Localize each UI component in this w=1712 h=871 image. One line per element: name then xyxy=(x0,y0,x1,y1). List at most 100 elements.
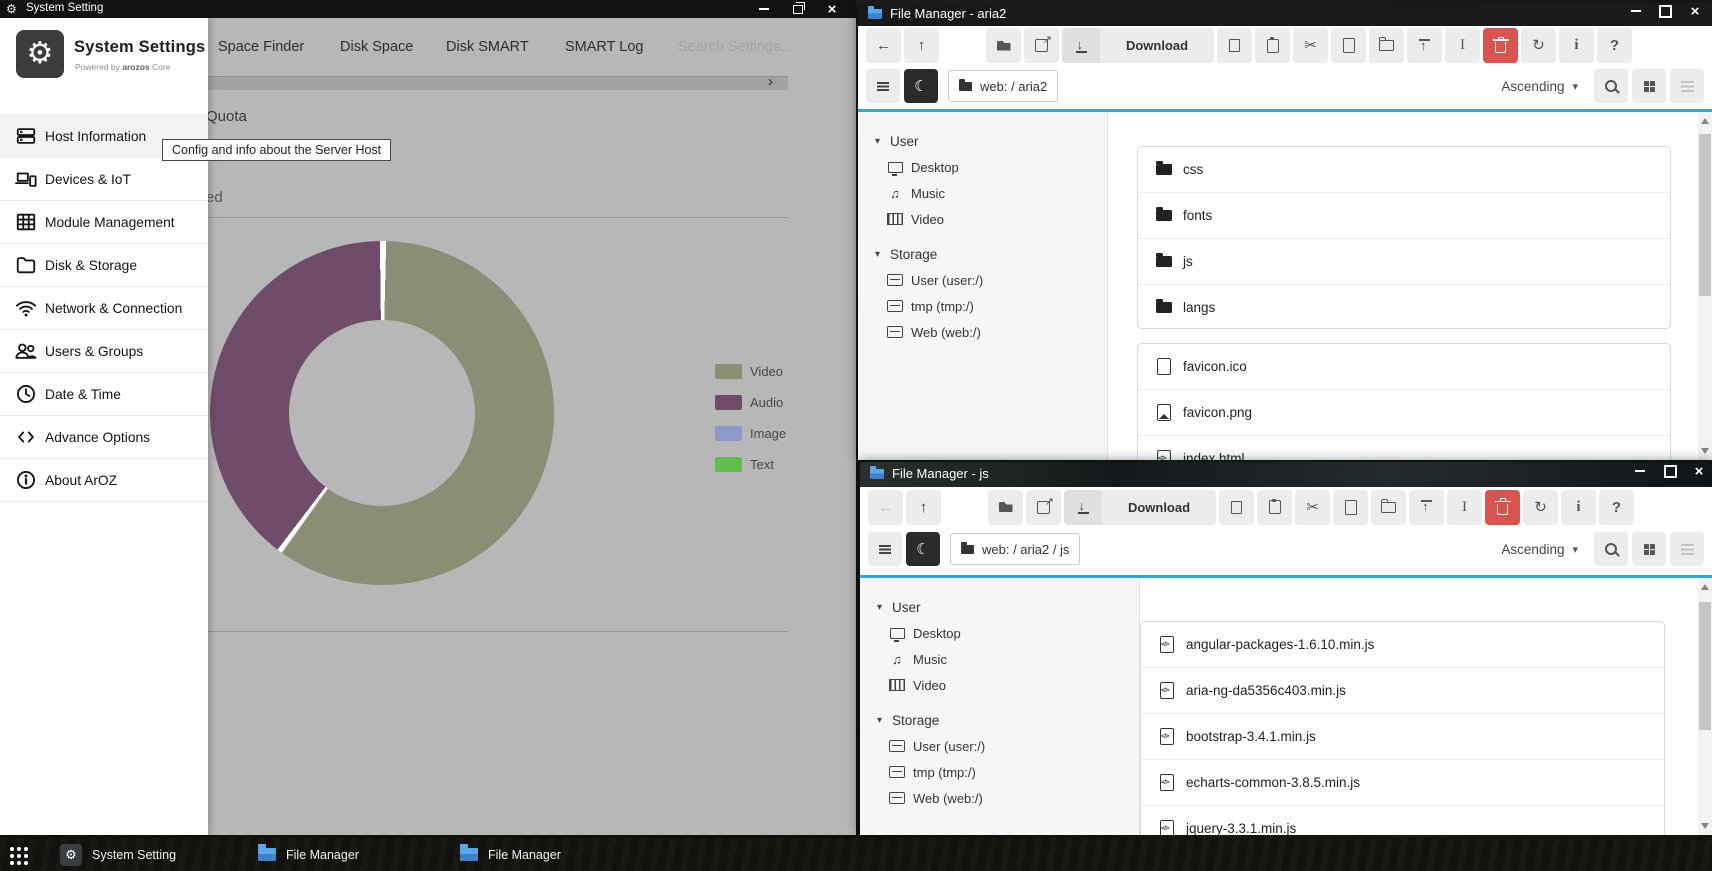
tree-section-user[interactable]: ▾User xyxy=(858,128,1107,154)
minimize-button[interactable] xyxy=(1629,462,1651,480)
minimize-button[interactable] xyxy=(753,0,775,18)
legend-item-audio[interactable]: Audio xyxy=(715,387,786,418)
upload-button[interactable] xyxy=(1407,28,1442,63)
dark-mode-button[interactable]: ☾ xyxy=(904,69,938,103)
taskbar-item-file-manager-1[interactable]: File Manager xyxy=(258,838,359,871)
file-row-angular-packages-1-6-10-min-js[interactable]: angular-packages-1.6.10.min.js xyxy=(1141,622,1664,667)
minimize-button[interactable] xyxy=(1625,2,1647,20)
file-row-bootstrap-3-4-1-min-js[interactable]: bootstrap-3.4.1.min.js xyxy=(1141,713,1664,759)
refresh-button[interactable]: ↻ xyxy=(1523,490,1558,525)
tree-item-video[interactable]: Video xyxy=(860,672,1139,698)
maximize-button[interactable] xyxy=(1659,462,1681,480)
tree-item-user-user[interactable]: User (user:/) xyxy=(858,267,1107,293)
file-row-favicon-png[interactable]: favicon.png xyxy=(1138,389,1670,435)
up-button[interactable]: ↑ xyxy=(906,490,941,525)
maximize-button[interactable] xyxy=(1654,2,1676,20)
cut-button[interactable]: ✂ xyxy=(1295,490,1330,525)
scroll-down-icon[interactable] xyxy=(1701,448,1709,454)
tree-item-desktop[interactable]: Desktop xyxy=(858,154,1107,180)
refresh-button[interactable]: ↻ xyxy=(1521,28,1556,63)
sidebar-item-network-connection[interactable]: Network & Connection xyxy=(0,287,208,330)
tree-item-tmp-tmp[interactable]: tmp (tmp:/) xyxy=(860,759,1139,785)
sidebar-item-date-time[interactable]: Date & Time xyxy=(0,373,208,416)
sort-order-dropdown[interactable]: Ascending xyxy=(1501,79,1564,94)
sidebar-item-devices-iot[interactable]: Devices & IoT xyxy=(0,158,208,201)
tree-item-tmp-tmp[interactable]: tmp (tmp:/) xyxy=(858,293,1107,319)
open-folder-button[interactable] xyxy=(986,28,1021,63)
new-file-button[interactable] xyxy=(1331,28,1366,63)
copy-button[interactable] xyxy=(1219,490,1254,525)
rename-button[interactable]: I xyxy=(1445,28,1480,63)
scrollbar-thumb[interactable] xyxy=(1699,134,1711,296)
download-button[interactable]: Download xyxy=(1062,28,1214,63)
tree-item-user-user[interactable]: User (user:/) xyxy=(860,733,1139,759)
dark-mode-button[interactable]: ☾ xyxy=(906,532,940,566)
new-folder-button[interactable] xyxy=(1371,490,1406,525)
delete-button[interactable] xyxy=(1485,490,1520,525)
settings-search-input[interactable]: Search Settings... xyxy=(678,18,792,76)
tree-item-web-web[interactable]: Web (web:/) xyxy=(860,785,1139,811)
scroll-up-icon[interactable] xyxy=(1701,118,1709,124)
taskbar-item-system-setting-0[interactable]: ⚙System Setting xyxy=(60,838,176,871)
rename-button[interactable]: I xyxy=(1447,490,1482,525)
file-row-aria-ng-da5356c403-min-js[interactable]: aria-ng-da5356c403.min.js xyxy=(1141,667,1664,713)
sidebar-item-about-aroz[interactable]: About ArOZ xyxy=(0,459,208,502)
scrollbar-thumb[interactable] xyxy=(1699,602,1711,730)
file-row-favicon-ico[interactable]: favicon.ico xyxy=(1138,344,1670,389)
app-launcher-icon[interactable] xyxy=(10,847,28,865)
tree-item-desktop[interactable]: Desktop xyxy=(860,620,1139,646)
open-external-button[interactable] xyxy=(1024,28,1059,63)
legend-item-image[interactable]: Image xyxy=(715,418,786,449)
close-button[interactable]: × xyxy=(821,0,843,18)
tree-item-web-web[interactable]: Web (web:/) xyxy=(858,319,1107,345)
up-button[interactable]: ↑ xyxy=(904,28,939,63)
file-row-index-html[interactable]: index.html xyxy=(1138,435,1670,460)
sort-order-dropdown[interactable]: Ascending xyxy=(1501,542,1564,557)
info-button[interactable]: i xyxy=(1559,28,1594,63)
legend-item-video[interactable]: Video xyxy=(715,356,786,387)
cut-button[interactable]: ✂ xyxy=(1293,28,1328,63)
restore-button[interactable] xyxy=(787,0,809,18)
legend-item-text[interactable]: Text xyxy=(715,449,786,480)
new-folder-button[interactable] xyxy=(1369,28,1404,63)
close-button[interactable]: × xyxy=(1684,2,1706,20)
chevron-down-icon[interactable]: ▾ xyxy=(1572,80,1578,93)
folder-row-js[interactable]: js xyxy=(1138,238,1670,284)
vertical-scrollbar[interactable] xyxy=(1698,578,1712,835)
file-row-echarts-common-3-8-5-min-js[interactable]: echarts-common-3.8.5.min.js xyxy=(1141,759,1664,805)
file-row-jquery-3-3-1-min-js[interactable]: jquery-3.3.1.min.js xyxy=(1141,805,1664,835)
chevron-down-icon[interactable]: ▾ xyxy=(1572,543,1578,556)
tree-item-video[interactable]: Video xyxy=(858,206,1107,232)
breadcrumb[interactable]: web: / aria2 / js xyxy=(950,533,1080,565)
tree-item-music[interactable]: ♫Music xyxy=(860,646,1139,672)
delete-button[interactable] xyxy=(1483,28,1518,63)
tab-smart-log[interactable]: SMART Log xyxy=(565,18,643,76)
sidebar-item-disk-storage[interactable]: Disk & Storage xyxy=(0,244,208,287)
download-button[interactable]: Download xyxy=(1064,490,1216,525)
search-button[interactable] xyxy=(1594,532,1628,566)
folder-row-fonts[interactable]: fonts xyxy=(1138,192,1670,238)
new-file-button[interactable] xyxy=(1333,490,1368,525)
tab-space-finder[interactable]: Space Finder xyxy=(218,18,304,76)
list-view-button[interactable] xyxy=(1670,532,1704,566)
sidebar-item-advance-options[interactable]: Advance Options xyxy=(0,416,208,459)
search-button[interactable] xyxy=(1594,69,1628,103)
scroll-down-icon[interactable] xyxy=(1701,823,1709,829)
grid-view-button[interactable] xyxy=(1632,69,1666,103)
back-button[interactable]: ← xyxy=(868,490,903,525)
open-external-button[interactable] xyxy=(1026,490,1061,525)
tab-disk-smart[interactable]: Disk SMART xyxy=(446,18,529,76)
tree-section-storage[interactable]: ▾Storage xyxy=(860,707,1139,733)
back-button[interactable]: ← xyxy=(866,28,901,63)
chevron-right-icon[interactable]: › xyxy=(768,74,773,90)
tree-section-user[interactable]: ▾User xyxy=(860,594,1139,620)
taskbar-item-file-manager-2[interactable]: File Manager xyxy=(460,838,561,871)
horizontal-scrollbar[interactable] xyxy=(208,76,788,90)
upload-button[interactable] xyxy=(1409,490,1444,525)
paste-button[interactable] xyxy=(1255,28,1290,63)
folder-row-langs[interactable]: langs xyxy=(1138,284,1670,329)
vertical-scrollbar[interactable] xyxy=(1698,112,1712,460)
close-button[interactable]: × xyxy=(1688,462,1710,480)
menu-button[interactable] xyxy=(866,69,900,103)
scroll-up-icon[interactable] xyxy=(1701,584,1709,590)
